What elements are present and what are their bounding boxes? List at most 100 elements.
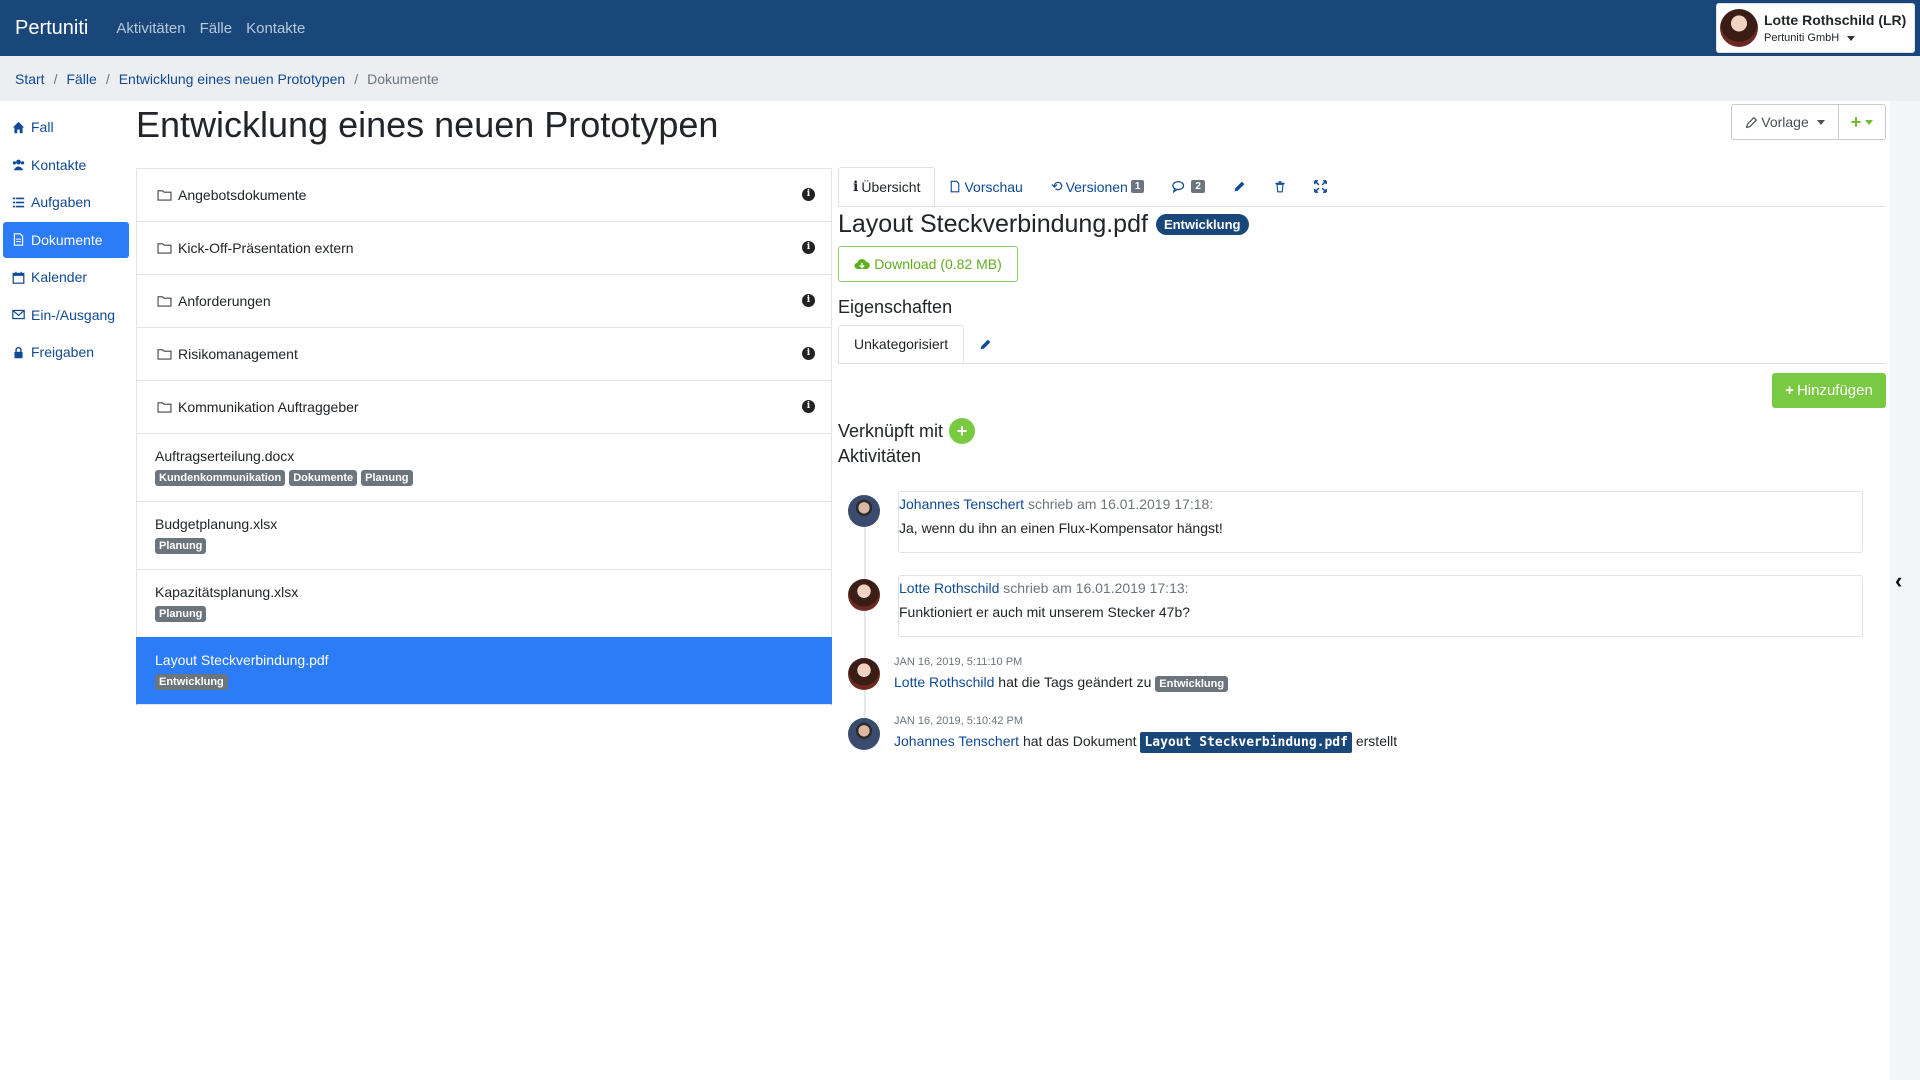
tab-edit[interactable]: [1219, 167, 1260, 206]
add-link-button[interactable]: +: [949, 418, 976, 444]
list-icon: [12, 197, 25, 207]
event-author-link[interactable]: Lotte Rothschild: [894, 674, 994, 690]
sidebar-item-label: Fall: [31, 119, 54, 135]
download-button[interactable]: Download (0.82 MB): [838, 246, 1018, 282]
folder-name: Angebotsdokumente: [178, 187, 307, 203]
document-code-tag[interactable]: Layout Steckverbindung.pdf: [1140, 732, 1352, 753]
history-icon: ⟲: [1050, 178, 1063, 194]
tab-uebersicht[interactable]: i Übersicht: [838, 167, 936, 206]
expand-icon: [1314, 180, 1327, 193]
folder-row[interactable]: Anforderungen i: [136, 274, 832, 327]
tag-badge: Entwicklung: [155, 674, 228, 690]
avatar: [848, 579, 880, 611]
info-icon[interactable]: i: [802, 241, 815, 254]
activity-event: JAN 16, 2019, 5:11:10 PM Lotte Rothschil…: [894, 656, 1229, 692]
avatar: [848, 495, 880, 527]
vorlage-button-group: Vorlage +: [1731, 104, 1886, 140]
info-icon[interactable]: i: [802, 347, 815, 360]
info-icon: i: [853, 178, 859, 195]
document-icon: [13, 233, 24, 246]
sidebar-item-kalender[interactable]: Kalender: [3, 259, 129, 295]
folder-row[interactable]: Angebotsdokumente i: [136, 168, 832, 221]
info-icon[interactable]: i: [802, 400, 815, 413]
nav-faelle[interactable]: Fälle: [200, 20, 233, 37]
tab-fullscreen[interactable]: [1300, 167, 1341, 206]
document-title-row: Layout Steckverbindung.pdf Entwicklung: [838, 210, 1249, 239]
caret-down-icon: [1816, 119, 1825, 125]
vorlage-button[interactable]: Vorlage: [1731, 104, 1839, 140]
page-title: Entwicklung eines neuen Prototypen: [136, 104, 719, 145]
file-name: Kapazitätsplanung.xlsx: [155, 584, 299, 600]
breadcrumb-start[interactable]: Start: [15, 71, 45, 87]
folder-row[interactable]: Risikomanagement i: [136, 327, 832, 380]
tab-versionen[interactable]: ⟲ Versionen 1: [1037, 167, 1159, 206]
info-icon[interactable]: i: [802, 188, 815, 201]
sidebar-item-kontakte[interactable]: Kontakte: [3, 147, 129, 183]
caret-down-icon: [1847, 35, 1856, 41]
edit-properties-button[interactable]: [964, 325, 1007, 363]
nav-aktivitaeten[interactable]: Aktivitäten: [116, 20, 185, 37]
tag-badge: Kundenkommunikation: [155, 470, 286, 486]
sidebar-item-freigaben[interactable]: Freigaben: [3, 334, 129, 370]
tag-badge: Entwicklung: [1155, 676, 1229, 692]
sidebar-item-ein-ausgang[interactable]: Ein-/Ausgang: [3, 297, 129, 333]
download-label: Download (0.82 MB): [874, 256, 1002, 272]
folder-icon: [157, 349, 172, 360]
avatar: [848, 658, 880, 690]
plus-icon: +: [1785, 382, 1794, 399]
add-dropdown-button[interactable]: +: [1839, 104, 1886, 140]
folder-name: Anforderungen: [178, 293, 271, 309]
sidebar-item-fall[interactable]: Fall: [3, 109, 129, 145]
hinzufuegen-label: Hinzufügen: [1796, 382, 1873, 399]
comment-author-link[interactable]: Lotte Rothschild: [899, 580, 999, 596]
sidebar-item-aufgaben[interactable]: Aufgaben: [3, 184, 129, 220]
chevron-left-icon[interactable]: ‹: [1895, 568, 1902, 594]
comment-meta: schrieb am 16.01.2019 17:13:: [999, 580, 1189, 596]
breadcrumb-fall[interactable]: Entwicklung eines neuen Prototypen: [119, 71, 345, 87]
tag-badge: Planung: [361, 470, 413, 486]
trash-icon: [1275, 181, 1285, 193]
property-tabs: Unkategorisiert: [838, 325, 1886, 364]
hinzufuegen-button[interactable]: + Hinzufügen: [1772, 373, 1886, 408]
tag-badge: Dokumente: [289, 470, 358, 486]
nav-kontakte[interactable]: Kontakte: [246, 20, 305, 37]
comment-card: Johannes Tenschert schrieb am 16.01.2019…: [898, 491, 1863, 553]
folder-name: Kick-Off-Präsentation extern: [178, 240, 354, 256]
comment-author-link[interactable]: Johannes Tenschert: [899, 496, 1024, 512]
breadcrumb-faelle[interactable]: Fälle: [66, 71, 96, 87]
file-icon: [951, 180, 960, 193]
activity-event: JAN 16, 2019, 5:10:42 PM Johannes Tensch…: [894, 715, 1398, 753]
tab-unkategorisiert[interactable]: Unkategorisiert: [838, 325, 965, 363]
lock-icon: [14, 346, 23, 358]
detail-tabs: i Übersicht Vorschau ⟲ Versionen 1 2: [838, 167, 1886, 207]
user-menu[interactable]: Lotte Rothschild (LR) Pertuniti GmbH: [1716, 3, 1915, 53]
file-row[interactable]: Kapazitätsplanung.xlsx Planung: [136, 569, 832, 637]
calendar-icon: [12, 271, 25, 284]
sidebar-item-label: Dokumente: [31, 231, 103, 248]
file-name: Auftragserteilung.docx: [155, 448, 295, 464]
file-row[interactable]: Budgetplanung.xlsx Planung: [136, 501, 832, 569]
brand-logo[interactable]: Pertuniti: [15, 17, 88, 40]
folder-name: Kommunikation Auftraggeber: [178, 399, 359, 415]
top-navbar: Pertuniti Aktivitäten Fälle Kontakte Lot…: [0, 0, 1920, 56]
tag-badge: Planung: [155, 538, 207, 554]
event-author-link[interactable]: Johannes Tenschert: [894, 733, 1019, 749]
comments-icon: [1172, 180, 1185, 193]
info-icon[interactable]: i: [802, 294, 815, 307]
tab-label: Versionen: [1065, 178, 1128, 195]
tab-vorschau[interactable]: Vorschau: [935, 167, 1036, 206]
file-row-selected[interactable]: Layout Steckverbindung.pdf Entwicklung: [136, 637, 832, 705]
sidebar-item-label: Aufgaben: [31, 194, 91, 210]
sidebar-item-dokumente[interactable]: Dokumente: [3, 221, 129, 258]
home-icon: [12, 121, 25, 133]
tab-kommentare[interactable]: 2: [1158, 167, 1219, 206]
folder-name: Risikomanagement: [178, 346, 298, 362]
comment-meta: schrieb am 16.01.2019 17:18:: [1024, 496, 1214, 512]
user-org: Pertuniti GmbH: [1764, 32, 1840, 44]
event-suffix: erstellt: [1351, 733, 1398, 749]
event-timestamp: JAN 16, 2019, 5:11:10 PM: [894, 656, 1023, 668]
folder-row[interactable]: Kommunikation Auftraggeber i: [136, 380, 832, 433]
tab-delete[interactable]: [1260, 167, 1300, 206]
folder-row[interactable]: Kick-Off-Präsentation extern i: [136, 221, 832, 274]
file-row[interactable]: Auftragserteilung.docx Kundenkommunikati…: [136, 433, 832, 501]
